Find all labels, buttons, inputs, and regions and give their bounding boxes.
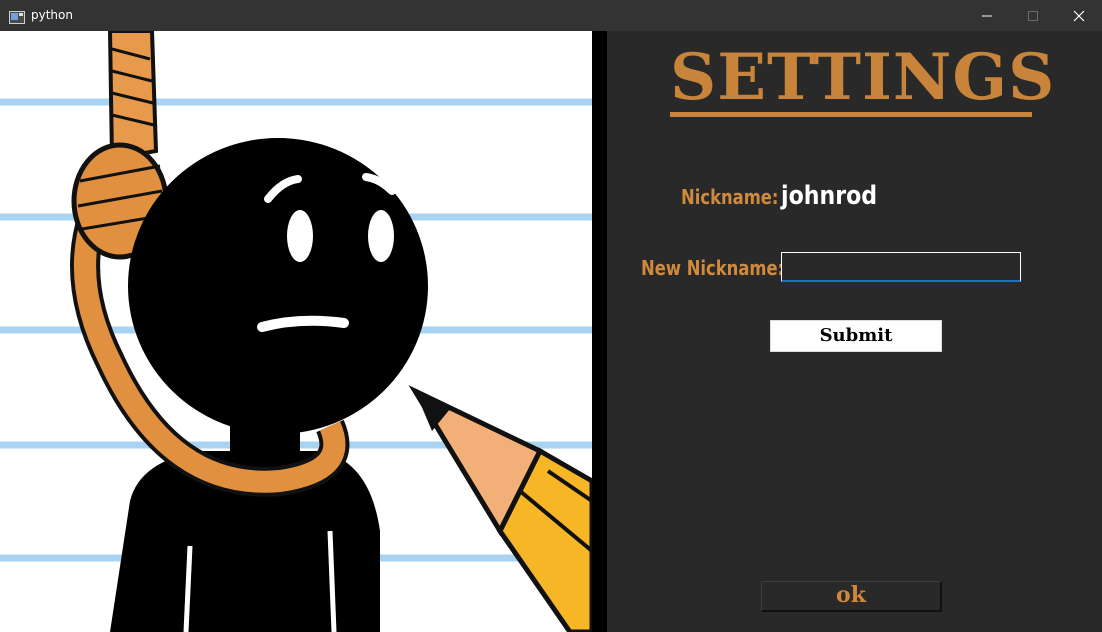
new-nickname-input[interactable] [781, 252, 1021, 282]
app-window-icon [9, 9, 25, 24]
page-title: SETTINGS [670, 40, 1056, 115]
minimize-button[interactable] [964, 0, 1010, 31]
hangman-image [0, 31, 592, 632]
maximize-button[interactable] [1010, 0, 1056, 31]
panel-divider [592, 31, 607, 632]
window-title: python [31, 8, 73, 22]
close-button[interactable] [1056, 0, 1102, 31]
submit-button[interactable]: Submit [770, 320, 942, 352]
settings-window-content: SETTINGS Nickname: johnrod New Nickname:… [0, 31, 1102, 632]
maximize-icon [1028, 11, 1038, 21]
title-underline [670, 112, 1032, 117]
minimize-icon [982, 15, 992, 17]
nickname-value: johnrod [781, 181, 878, 211]
close-icon [1073, 10, 1085, 22]
nickname-label: Nickname: [681, 185, 779, 209]
ok-button[interactable]: ok [761, 581, 942, 612]
title-bar[interactable]: python [0, 0, 1102, 31]
hangman-illustration [0, 31, 592, 632]
new-nickname-label: New Nickname: [641, 256, 785, 280]
